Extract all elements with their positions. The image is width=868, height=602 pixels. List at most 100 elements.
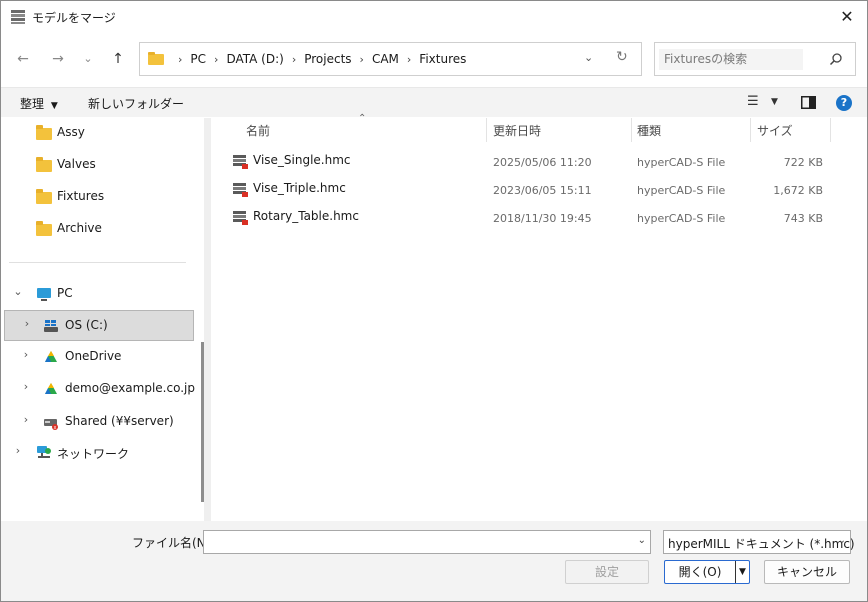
filename-input[interactable]: ⌄ [203,530,651,554]
file-type: hyperCAD-S File [637,184,726,197]
folder-icon [36,221,52,236]
column-divider[interactable] [750,118,751,142]
chevron-down-icon[interactable]: ⌄ [584,51,593,64]
nav-item-network[interactable]: › ネットワーク [1,438,194,469]
up-arrow-icon[interactable]: ↑ [107,48,129,70]
open-button[interactable]: 開く(O) ▼ [664,560,750,584]
nav-label: OneDrive [65,349,122,363]
refresh-icon[interactable]: ↻ [616,49,628,65]
column-header-name[interactable]: 名前 [246,122,270,139]
command-bar: 整理 ▼ 新しいフォルダー ☰ ▼ ? [1,87,867,117]
chevron-down-icon[interactable]: ⌄ [638,535,646,546]
settings-button[interactable]: 設定 [565,560,649,584]
view-options-icon[interactable]: ☰ [747,94,759,109]
file-type-filter: hyperMILL ドキュメント (*.hmc) [668,537,855,551]
nav-item-pc[interactable]: ⌄ PC [1,279,194,310]
breadcrumb-item[interactable]: CAM [372,52,399,66]
nav-item-os-c[interactable]: › OS (C:) [4,310,194,341]
search-icon[interactable] [829,52,843,66]
file-list: ⌃ 名前 更新日時 種類 サイズ Vise_Single.hmc 2025/05… [211,113,867,521]
recent-chevron-icon[interactable]: ⌄ [77,48,99,70]
nav-label: Shared (¥¥server) [65,414,174,428]
nav-item-onedrive[interactable]: › OneDrive [1,342,194,373]
nav-label: demo@example.co.jp [65,381,195,395]
chevron-right-icon[interactable]: › [292,53,296,66]
file-row[interactable]: Rotary_Table.hmc 2018/11/30 19:45 hyperC… [211,203,867,231]
file-type-select[interactable]: hyperMILL ドキュメント (*.hmc) ⌄ [663,530,855,554]
search-box[interactable]: Fixturesの検索 [654,42,856,76]
breadcrumb: › PC › DATA (D:) › Projects › CAM › Fixt… [170,43,466,75]
file-date: 2023/06/05 15:11 [493,184,592,197]
nav-item-account[interactable]: › demo@example.co.jp [1,374,195,405]
file-name: Vise_Single.hmc [253,153,351,167]
chevron-down-icon: ⌄ [837,535,846,546]
breadcrumb-item[interactable]: DATA (D:) [226,52,283,66]
nav-label: Fixtures [57,189,105,203]
column-divider[interactable] [631,118,632,142]
forward-arrow-icon[interactable]: → [47,48,69,70]
file-size: 722 KB [783,156,823,169]
chevron-right-icon[interactable]: › [19,380,33,393]
folder-icon [36,189,52,204]
chevron-down-icon[interactable]: ⌄ [11,285,25,298]
chevron-right-icon[interactable]: › [11,444,25,457]
sort-ascending-icon: ⌃ [358,113,367,124]
folder-icon [148,52,164,65]
address-bar[interactable]: › PC › DATA (D:) › Projects › CAM › Fixt… [139,42,642,76]
open-label: 開く(O) [678,565,722,579]
network-drive-icon: x [44,419,58,430]
chevron-right-icon[interactable]: › [360,53,364,66]
file-type: hyperCAD-S File [637,156,726,169]
nav-divider [9,262,186,263]
hmc-file-icon [233,183,248,197]
open-dropdown-icon[interactable]: ▼ [735,561,749,583]
file-size: 743 KB [783,212,823,225]
back-arrow-icon[interactable]: ← [12,48,34,70]
nav-label: OS (C:) [65,318,108,332]
folder-icon [36,157,52,172]
close-icon[interactable]: ✕ [833,3,861,31]
merge-model-dialog: モデルをマージ ✕ ← → ⌄ ↑ › PC › DATA (D:) › Pro… [0,0,868,602]
chevron-right-icon[interactable]: › [407,53,411,66]
cancel-button[interactable]: キャンセル [764,560,850,584]
title-bar: モデルをマージ ✕ [1,1,867,33]
hmc-file-icon [233,211,248,225]
preview-pane-icon[interactable] [801,96,816,109]
drive-icon [44,320,58,332]
file-row[interactable]: Vise_Single.hmc 2025/05/06 11:20 hyperCA… [211,147,867,175]
nav-label: Archive [57,221,102,235]
breadcrumb-item[interactable]: Projects [304,52,351,66]
chevron-down-icon[interactable]: ▼ [771,97,778,107]
chevron-right-icon[interactable]: › [214,53,218,66]
nav-item-shared[interactable]: › x Shared (¥¥server) [1,407,194,438]
chevron-down-icon: ▼ [50,101,58,111]
column-divider[interactable] [830,118,831,142]
file-size: 1,672 KB [773,184,823,197]
column-header-type[interactable]: 種類 [637,122,661,139]
nav-folder-fixtures[interactable]: Fixtures [1,182,194,213]
column-divider[interactable] [486,118,487,142]
organize-button[interactable]: 整理 ▼ [20,95,58,112]
window-title: モデルをマージ [32,11,116,25]
file-row[interactable]: Vise_Triple.hmc 2023/06/05 15:11 hyperCA… [211,175,867,203]
nav-folder-archive[interactable]: Archive [1,214,194,245]
breadcrumb-item[interactable]: PC [190,52,206,66]
file-name: Rotary_Table.hmc [253,209,359,223]
column-header-size[interactable]: サイズ [757,122,793,139]
breadcrumb-item[interactable]: Fixtures [419,52,466,66]
chevron-right-icon: › [178,52,183,66]
search-input[interactable]: Fixturesの検索 [659,49,803,70]
column-header-date[interactable]: 更新日時 [493,122,541,139]
nav-folder-valves[interactable]: Valves [1,150,194,181]
bottom-panel: ファイル名(N): ⌄ hyperMILL ドキュメント (*.hmc) ⌄ 設… [1,521,867,601]
pane-splitter[interactable] [204,118,211,521]
navigation-pane: Assy Valves Fixtures Archive ⌄ PC › OS (… [1,118,201,521]
chevron-right-icon[interactable]: › [19,413,33,426]
chevron-right-icon[interactable]: › [20,317,34,330]
help-icon[interactable]: ? [836,95,852,111]
chevron-right-icon[interactable]: › [19,348,33,361]
nav-folder-assy[interactable]: Assy [1,118,194,149]
file-type: hyperCAD-S File [637,212,726,225]
nav-label: PC [57,286,73,300]
new-folder-button[interactable]: 新しいフォルダー [88,95,184,112]
